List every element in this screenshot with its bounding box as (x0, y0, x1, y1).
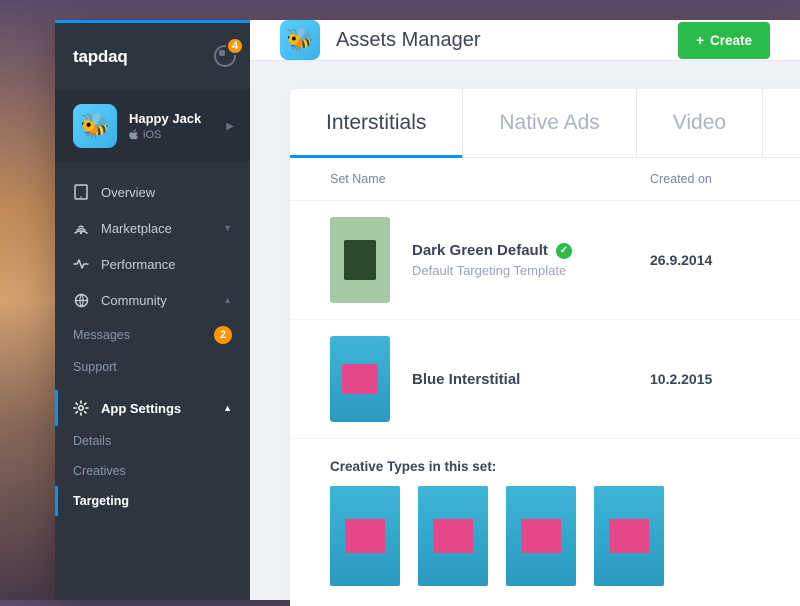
nav-marketplace[interactable]: Marketplace ▼ (55, 210, 250, 246)
nav-support[interactable]: Support (55, 352, 250, 382)
messages-badge: 2 (214, 326, 232, 344)
gear-icon (73, 400, 89, 416)
tab-native-ads[interactable]: Native Ads (463, 89, 636, 157)
row-thumbnail (330, 217, 390, 303)
row-title: Blue Interstitial (412, 371, 628, 388)
tab-video[interactable]: Video (637, 89, 763, 157)
nav: Overview Marketplace ▼ Performance Commu… (55, 162, 250, 528)
create-button[interactable]: + Create (678, 22, 770, 59)
creative-thumb[interactable] (506, 486, 576, 586)
app-platform: iOS (129, 129, 201, 141)
tab-interstitials[interactable]: Interstitials (290, 89, 463, 157)
creative-thumbnails (290, 486, 800, 606)
chevron-up-icon: ▲ (223, 403, 232, 413)
world-icon (73, 292, 89, 308)
creative-thumb[interactable] (330, 486, 400, 586)
table-row[interactable]: Dark Green Default ✓ Default Targeting T… (290, 201, 800, 320)
nav-performance[interactable]: Performance (55, 246, 250, 282)
signal-icon (73, 220, 89, 236)
chevron-right-icon: ▶ (226, 121, 234, 132)
table-row[interactable]: Blue Interstitial 10.2.2015 (290, 320, 800, 439)
sidebar: tapdaq 4 🐝 Happy Jack iOS ▶ Overview (55, 20, 250, 600)
sidebar-header: tapdaq 4 (55, 20, 250, 90)
row-subtitle: Default Targeting Template (412, 263, 628, 278)
tablet-icon (73, 184, 89, 200)
row-thumbnail (330, 336, 390, 422)
check-icon: ✓ (556, 243, 572, 259)
plus-icon: + (696, 33, 704, 48)
nav-messages[interactable]: Messages 2 (55, 318, 250, 352)
app-window: tapdaq 4 🐝 Happy Jack iOS ▶ Overview (55, 20, 800, 600)
col-created-on: Created on (650, 172, 760, 186)
topbar: 🐝 Assets Manager + Create (250, 20, 800, 61)
row-date: 10.2.2015 (650, 371, 760, 387)
apple-icon (129, 129, 139, 141)
app-icon: 🐝 (73, 104, 117, 148)
tabs: Interstitials Native Ads Video (290, 89, 800, 158)
chevron-down-icon: ▼ (223, 223, 232, 233)
creative-thumb[interactable] (594, 486, 664, 586)
nav-details[interactable]: Details (55, 426, 250, 456)
nav-creatives[interactable]: Creatives (55, 456, 250, 486)
nav-community[interactable]: Community ▲ (55, 282, 250, 318)
row-date: 26.9.2014 (650, 252, 760, 268)
nav-app-settings[interactable]: App Settings ▲ (55, 390, 250, 426)
nav-overview[interactable]: Overview (55, 174, 250, 210)
panel: Interstitials Native Ads Video Set Name … (290, 89, 800, 606)
creative-thumb[interactable] (418, 486, 488, 586)
app-name: Happy Jack (129, 111, 201, 127)
nav-targeting[interactable]: Targeting (55, 486, 250, 516)
col-set-name: Set Name (330, 172, 650, 186)
pulse-icon (73, 256, 89, 272)
app-selector[interactable]: 🐝 Happy Jack iOS ▶ (55, 90, 250, 162)
notification-badge: 4 (226, 37, 244, 55)
chevron-up-icon: ▲ (223, 295, 232, 305)
creative-types-label: Creative Types in this set: (290, 439, 800, 486)
page-icon: 🐝 (280, 20, 320, 60)
page-title: Assets Manager (336, 29, 481, 52)
table-header: Set Name Created on (290, 158, 800, 201)
main: 🐝 Assets Manager + Create Interstitials … (250, 20, 800, 600)
row-title: Dark Green Default ✓ (412, 242, 628, 259)
notification-button[interactable]: 4 (214, 45, 236, 67)
content: Interstitials Native Ads Video Set Name … (250, 61, 800, 606)
brand-logo: tapdaq (73, 47, 128, 67)
